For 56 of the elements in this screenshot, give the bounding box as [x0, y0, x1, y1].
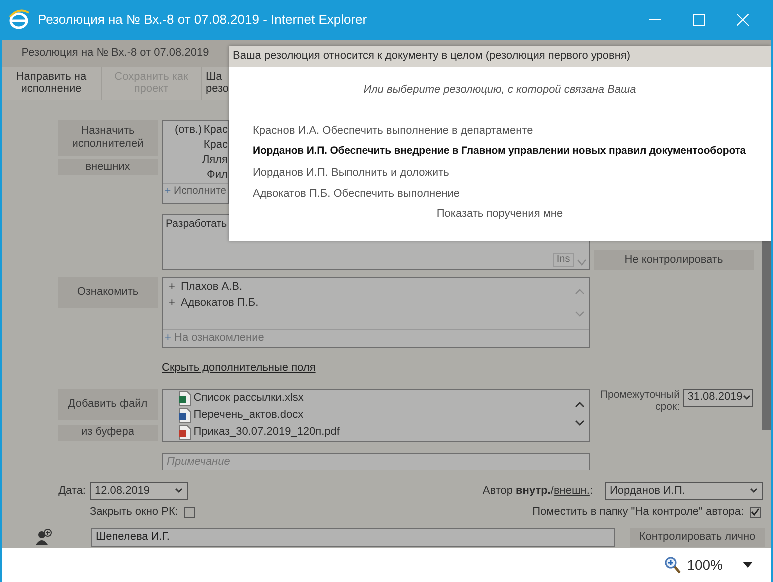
reader-name: Адвокатов П.Б.: [180, 296, 259, 311]
zoom-level[interactable]: 100%: [687, 554, 723, 576]
caret-icon: [742, 394, 751, 400]
close-card-label: Закрыть окно РК:: [90, 505, 178, 520]
author-type-link[interactable]: внешн.: [554, 484, 590, 497]
show-assignments-link[interactable]: Показать поручения мне: [436, 208, 564, 220]
author-select[interactable]: Иорданов И.П.: [605, 482, 763, 500]
zoom-icon[interactable]: [665, 556, 682, 574]
plus-icon[interactable]: +: [169, 295, 176, 311]
file-name[interactable]: Список рассылки.xlsx: [194, 390, 304, 406]
assign-executors-button[interactable]: Назначить исполнителей: [58, 120, 158, 156]
caret-icon: [750, 488, 758, 494]
task-text[interactable]: Разработать: [163, 215, 230, 235]
controller-field[interactable]: Шепелева И.Г.: [91, 528, 615, 546]
close-icon: [737, 14, 749, 26]
control-folder-label: Поместить в папку "На контроле" автора:: [532, 505, 744, 520]
executor-name[interactable]: Фил: [207, 167, 228, 182]
interim-label: Промежуточный срок:: [599, 388, 680, 415]
browser-logo-icon: [8, 9, 30, 31]
control-personally-button[interactable]: Контролировать лично: [630, 528, 765, 546]
date-label: Дата:: [58, 484, 86, 499]
executor-name[interactable]: Крас: [204, 122, 228, 137]
author-label: Автор внутр./внешн.:: [482, 484, 593, 499]
checkmark-icon: [751, 508, 760, 516]
external-button[interactable]: внешних: [58, 159, 158, 175]
date-select[interactable]: 12.08.2019: [90, 482, 188, 500]
document-tab[interactable]: Резолюция на № Вх.-8 от 07.08.2019: [2, 45, 229, 62]
window-title: Резолюция на № Вх.-8 от 07.08.2019 - Internet Explorer: [38, 11, 368, 30]
checkbox[interactable]: [750, 506, 761, 518]
note-field[interactable]: Примечание: [162, 452, 590, 470]
maximize-icon: [693, 14, 705, 26]
plus-icon[interactable]: +: [169, 279, 176, 295]
executor-name[interactable]: Крас: [204, 137, 228, 152]
resolution-item[interactable]: Иорданов И.П. Обеспечить внедрение в Главном управлении новых правил документооборота: [229, 142, 771, 162]
resolution-item[interactable]: Краснов И.А. Обеспечить выполнение в департаменте: [229, 120, 771, 142]
file-name[interactable]: Приказ_30.07.2019_120п.pdf: [194, 424, 340, 440]
caret-icon: [175, 488, 183, 494]
resolution-item[interactable]: Адвокатов П.Б. Обеспечить выполнение: [229, 184, 771, 204]
add-file-button[interactable]: Добавить файл: [58, 388, 158, 420]
checkbox[interactable]: [184, 506, 196, 518]
add-person-icon[interactable]: [36, 528, 52, 546]
hide-fields-link[interactable]: Скрыть дополнительные поля: [162, 362, 316, 374]
document-file-icon: [179, 408, 191, 422]
acquaint-button[interactable]: Ознакомить: [58, 277, 158, 308]
prompt-text: Или выберите резолюцию, с которой связана Ваша: [362, 83, 638, 98]
toolbar-button[interactable]: Направить на исполнение: [2, 67, 102, 100]
interim-date-select[interactable]: 31.08.2019: [682, 388, 753, 406]
add-executor-link[interactable]: Исполните: [171, 185, 226, 197]
no-control-button[interactable]: Не контролировать: [594, 250, 754, 270]
executor-name[interactable]: Ляля: [202, 152, 228, 167]
reader-name: Плахов А.В.: [180, 280, 243, 295]
clipboard-button[interactable]: из буфера: [58, 424, 158, 440]
dropdown-icon[interactable]: [743, 562, 753, 568]
resolution-item[interactable]: Иорданов И.П. Выполнить и доложить: [229, 162, 771, 184]
responsible-label: (отв.): [175, 123, 204, 137]
file-name[interactable]: Перечень_актов.docx: [194, 406, 304, 424]
